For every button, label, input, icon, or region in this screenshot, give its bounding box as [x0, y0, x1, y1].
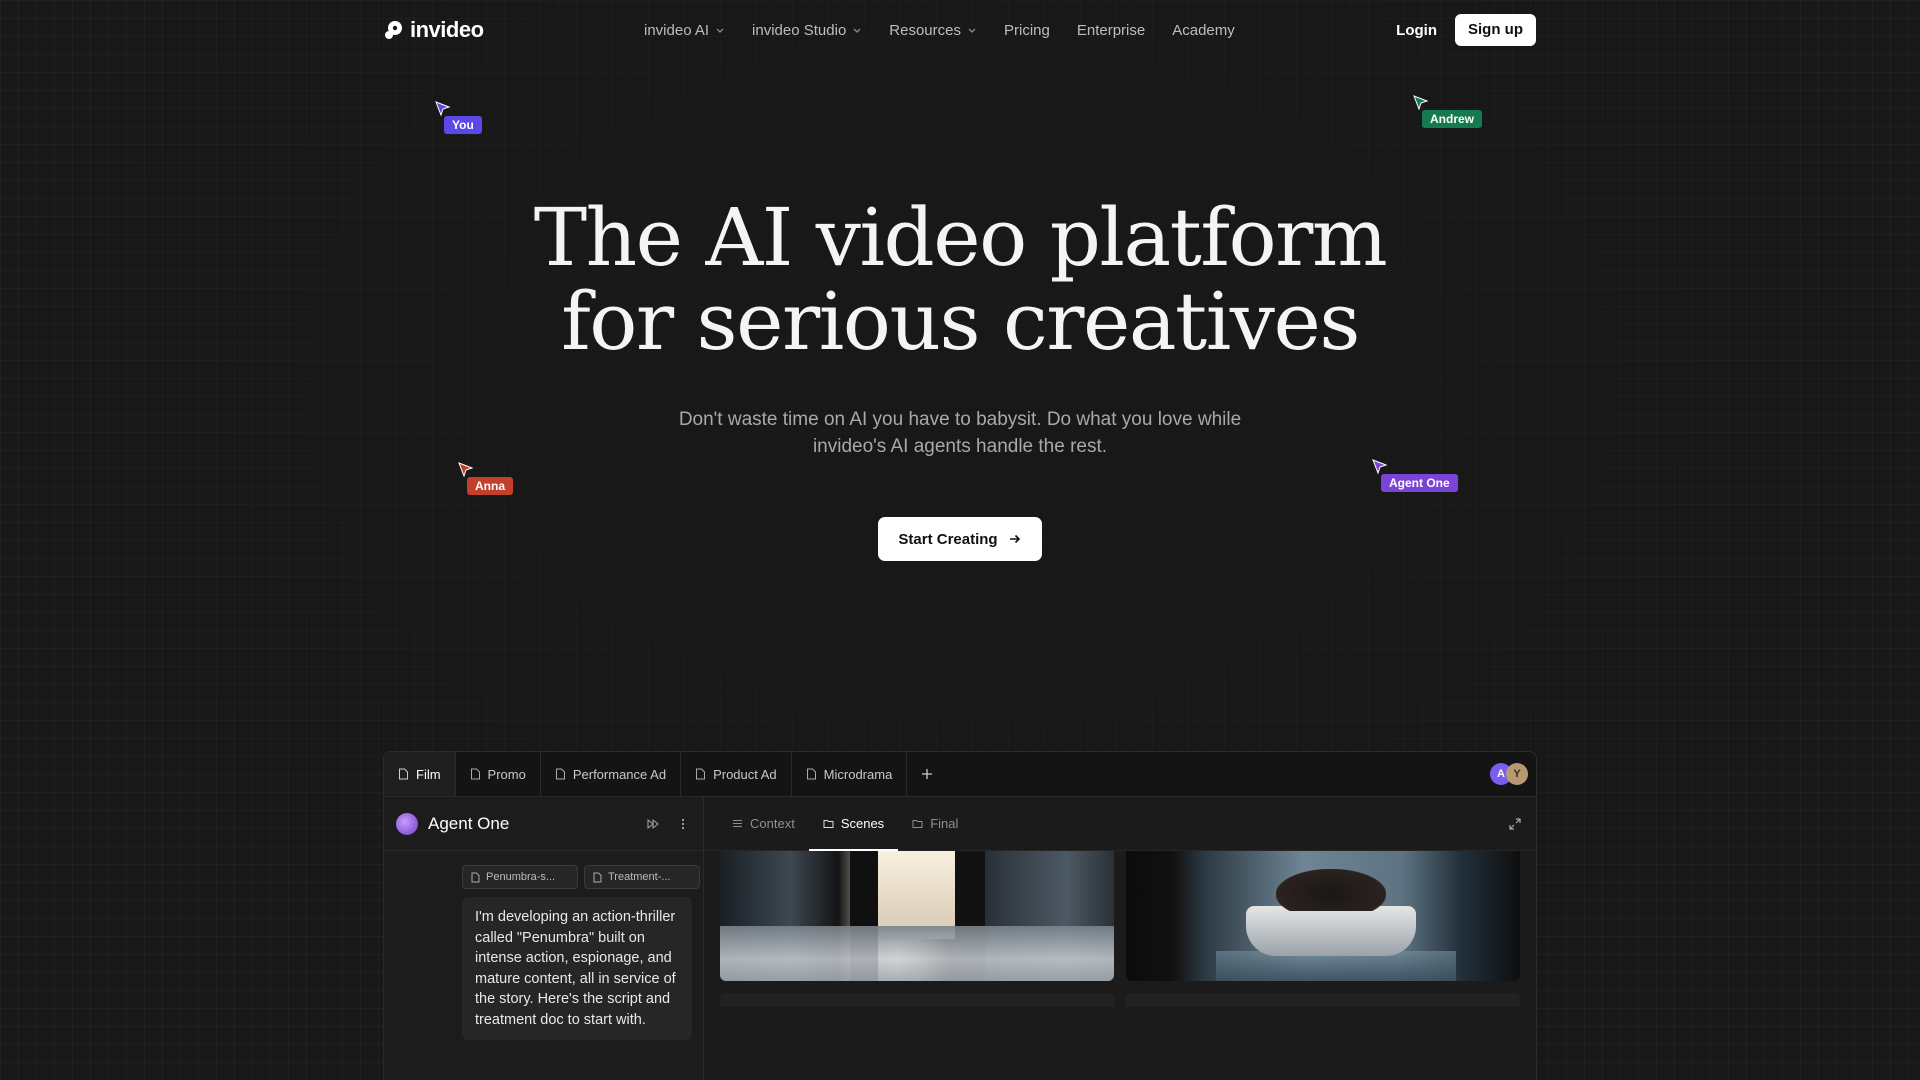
folder-icon: [912, 819, 923, 828]
nav-item-label: Enterprise: [1076, 21, 1146, 39]
nav-item-label: Academy: [1172, 21, 1235, 39]
agent-chat-panel: Agent One Penumbra-s... Treatment-... I'…: [384, 797, 704, 1080]
document-icon: [470, 768, 480, 780]
tab-film[interactable]: Film: [384, 752, 456, 796]
app-body: Agent One Penumbra-s... Treatment-... I'…: [384, 797, 1536, 1080]
attachment-chips: Penumbra-s... Treatment-...: [462, 865, 700, 889]
user-message: I'm developing an action-thriller called…: [462, 897, 692, 1040]
subtab-label: Scenes: [840, 815, 885, 831]
document-icon: [593, 872, 602, 882]
nav-item-label: invideo AI: [644, 21, 710, 39]
attachment-chip[interactable]: Treatment-...: [584, 865, 700, 889]
attachment-name: Treatment-...: [608, 871, 671, 883]
cursor-label: You: [444, 116, 482, 134]
tab-product-ad[interactable]: Product Ad: [681, 752, 792, 796]
document-icon: [555, 768, 565, 780]
agent-header: Agent One: [384, 797, 703, 851]
tab-label: Product Ad: [713, 766, 777, 782]
tab-label: Microdrama: [823, 766, 893, 782]
agent-name: Agent One: [428, 813, 510, 833]
scene-image-bathtub: [1246, 906, 1416, 956]
hero-title-line-1: The AI video platform: [533, 191, 1388, 284]
cursor-label: Andrew: [1422, 110, 1483, 128]
scene-thumbnail-placeholder: [1126, 993, 1520, 1007]
cursor-agent-one: Agent One: [1371, 458, 1458, 492]
collaborator-avatars: A Y: [1490, 763, 1528, 785]
document-icon: [399, 768, 408, 780]
start-creating-label: Start Creating: [898, 530, 998, 548]
cursor-label: Agent One: [1381, 474, 1458, 492]
tab-performance-ad[interactable]: Performance Ad: [541, 752, 682, 796]
tab-label: Promo: [487, 766, 526, 782]
tab-microdrama[interactable]: Microdrama: [792, 752, 908, 796]
nav-item-label: Pricing: [1003, 21, 1050, 39]
nav-item-invideo-ai[interactable]: invideo AI: [644, 22, 725, 39]
hero-subtitle: Don't waste time on AI you have to babys…: [678, 409, 1242, 457]
cursor-you: You: [434, 100, 482, 134]
arrow-right-icon: [1009, 534, 1020, 544]
document-icon: [696, 768, 706, 780]
more-vertical-icon[interactable]: [675, 816, 691, 832]
document-icon: [806, 768, 816, 780]
cursor-andrew: Andrew: [1412, 94, 1483, 128]
expand-icon[interactable]: [1508, 817, 1522, 831]
nav-actions: Login Sign up: [1396, 14, 1536, 46]
scene-thumbnail[interactable]: [720, 851, 1114, 981]
agent-avatar: [396, 812, 418, 835]
brand-name: invideo: [410, 17, 484, 42]
cursor-anna: Anna: [457, 461, 513, 495]
hero-title: The AI video platform for serious creati…: [0, 196, 1920, 364]
subtab-context[interactable]: Context: [718, 796, 809, 850]
nav-item-invideo-studio[interactable]: invideo Studio: [752, 22, 862, 39]
cursor-label: Anna: [467, 477, 513, 495]
attachment-name: Penumbra-s...: [486, 871, 556, 883]
signup-button[interactable]: Sign up: [1455, 14, 1536, 46]
view-subtabs: Context Scenes Final: [704, 797, 1536, 851]
tab-label: Film: [416, 766, 441, 782]
subtab-label: Final: [930, 815, 959, 831]
brand-logo[interactable]: invideo: [384, 17, 484, 43]
chevron-down-icon: [968, 28, 976, 33]
nav-item-enterprise[interactable]: Enterprise: [1077, 22, 1145, 39]
subtab-scenes[interactable]: Scenes: [808, 796, 899, 851]
chevron-down-icon: [853, 28, 861, 33]
nav-links: invideo AI invideo Studio Resources Pric…: [644, 22, 1262, 39]
scene-thumbnail[interactable]: [1126, 851, 1520, 981]
nav-item-resources[interactable]: Resources: [889, 22, 977, 39]
nav-item-pricing[interactable]: Pricing: [1004, 22, 1050, 39]
attachment-chip[interactable]: Penumbra-s...: [462, 865, 578, 889]
plus-icon: [922, 769, 933, 779]
subtab-label: Context: [750, 815, 795, 831]
tab-label: Performance Ad: [572, 766, 667, 782]
hero-title-line-2: for serious creatives: [561, 275, 1360, 368]
nav-item-academy[interactable]: Academy: [1172, 22, 1235, 39]
scene-thumbnail-placeholder: [720, 993, 1114, 1007]
chevron-down-icon: [716, 28, 724, 33]
app-preview: Film Promo Performance Ad Product Ad Mic…: [383, 751, 1537, 1080]
start-creating-button[interactable]: Start Creating: [878, 517, 1042, 561]
scenes-panel: Context Scenes Final: [704, 797, 1536, 1080]
nav-item-label: invideo Studio: [752, 21, 847, 39]
fast-forward-icon[interactable]: [645, 816, 661, 832]
project-tabbar: Film Promo Performance Ad Product Ad Mic…: [384, 752, 1536, 797]
scene-image-floor: [720, 926, 1114, 981]
subtab-final[interactable]: Final: [898, 796, 972, 850]
avatar[interactable]: Y: [1506, 763, 1528, 785]
add-tab-button[interactable]: [907, 752, 947, 796]
folder-icon: [823, 819, 834, 828]
nav-item-label: Resources: [889, 21, 961, 39]
login-link[interactable]: Login: [1396, 22, 1437, 39]
scene-image-figure: [1276, 869, 1386, 911]
top-nav: invideo invideo AI invideo Studio Resour…: [384, 0, 1536, 60]
list-icon: [733, 819, 742, 827]
tab-promo[interactable]: Promo: [456, 752, 541, 796]
document-icon: [471, 872, 480, 882]
invideo-logo-icon: [385, 21, 402, 39]
